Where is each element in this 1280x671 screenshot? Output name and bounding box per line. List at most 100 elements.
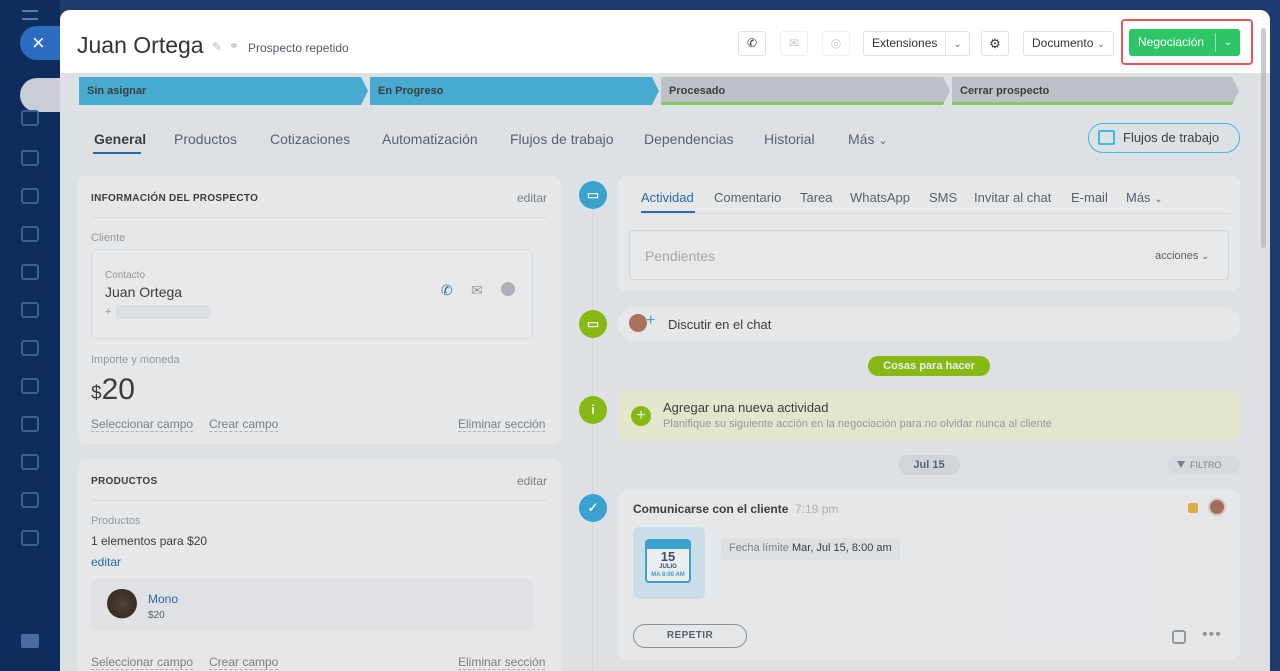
documents-icon[interactable] xyxy=(21,454,39,470)
stage-sin-asignar[interactable]: Sin asignar xyxy=(79,77,368,105)
products-edit-link[interactable]: editar xyxy=(91,555,121,569)
chat-icon[interactable] xyxy=(501,282,515,296)
robot-icon[interactable] xyxy=(21,188,39,204)
actions-dropdown[interactable]: acciones ⌄ xyxy=(1155,250,1209,262)
tab-historial[interactable]: Historial xyxy=(764,131,815,147)
edit-title-icon[interactable]: ✎ xyxy=(212,40,222,54)
contact-phone[interactable]: + xyxy=(105,306,111,318)
check-dot-icon: ✓ xyxy=(579,494,607,522)
filter-icon[interactable] xyxy=(21,150,39,166)
tab-email[interactable]: E-mail xyxy=(1071,190,1108,205)
workflow-icon xyxy=(1098,130,1115,145)
contact-box[interactable]: Contacto Juan Ortega + ✆ ✉ xyxy=(91,249,533,339)
cart-icon[interactable] xyxy=(21,264,39,280)
repeat-button[interactable]: REPETIR xyxy=(633,624,747,648)
products-card: PRODUCTOS editar Productos 1 elementos p… xyxy=(78,459,561,671)
avatar[interactable] xyxy=(1208,498,1226,516)
edit-link[interactable]: editar xyxy=(517,474,547,488)
tab-mas-label: Más xyxy=(1126,190,1151,205)
new-activity-card[interactable]: + Agregar una nueva actividad Planifique… xyxy=(618,390,1240,440)
stage-bar: Sin asignar En Progreso Procesado Cerrar… xyxy=(79,77,1239,105)
chevron-down-icon: ⌄ xyxy=(1201,251,1209,261)
calendar-icon: 15 JULIO MA 8:00 AM xyxy=(645,539,691,583)
stage-procesado[interactable]: Procesado xyxy=(661,77,950,105)
more-icon[interactable] xyxy=(21,530,39,546)
tab-cotizaciones[interactable]: Cotizaciones xyxy=(270,131,350,147)
copy-link-icon[interactable]: ⚭ xyxy=(229,39,239,53)
tasks-icon[interactable] xyxy=(21,110,39,126)
tab-automatizacion[interactable]: Automatización xyxy=(382,131,478,147)
discuss-chat-item[interactable]: + Discutir en el chat xyxy=(618,307,1240,341)
select-field-link[interactable]: Seleccionar campo xyxy=(91,655,194,670)
pending-input[interactable]: Pendientes acciones ⌄ xyxy=(629,230,1229,280)
contact-name[interactable]: Juan Ortega xyxy=(105,284,182,300)
stage-cerrar-prospecto[interactable]: Cerrar prospecto xyxy=(952,77,1239,105)
sidebar-active-item[interactable] xyxy=(20,78,60,112)
email-button[interactable]: ✉ xyxy=(780,31,808,56)
panel-header: Juan Ortega ✎ ⚭ Prospecto repetido ✆ ✉ ◎… xyxy=(60,10,1270,73)
filter-button[interactable]: FILTRO xyxy=(1168,456,1240,474)
tab-mas-actividad[interactable]: Más ⌄ xyxy=(1126,190,1163,205)
calendar-icon[interactable] xyxy=(21,340,39,356)
tab-tarea[interactable]: Tarea xyxy=(800,190,833,205)
settings-button[interactable]: ⚙ xyxy=(981,31,1009,56)
tab-mas[interactable]: Más ⌄ xyxy=(848,131,888,147)
tab-invitar-chat[interactable]: Invitar al chat xyxy=(974,190,1051,205)
settings-icon[interactable] xyxy=(21,416,39,432)
extensions-label: Extensiones xyxy=(872,36,938,50)
more-dots-icon[interactable]: ••• xyxy=(1202,626,1222,644)
analytics-icon[interactable] xyxy=(21,226,39,242)
chat-icon: ◎ xyxy=(830,36,842,50)
tab-dependencias[interactable]: Dependencias xyxy=(644,131,734,147)
store-icon[interactable] xyxy=(21,378,39,394)
deadline-field[interactable]: Fecha límite Mar, Jul 15, 8:00 am xyxy=(721,538,900,560)
stage-label: En Progreso xyxy=(378,85,444,97)
print-icon[interactable] xyxy=(21,634,39,648)
tab-sms[interactable]: SMS xyxy=(929,190,957,205)
actions-label: acciones xyxy=(1154,250,1199,262)
tab-comentario[interactable]: Comentario xyxy=(714,190,781,205)
signature-icon[interactable] xyxy=(21,492,39,508)
create-field-link[interactable]: Crear campo xyxy=(209,655,279,670)
product-item[interactable]: Mono $20 xyxy=(91,579,533,631)
tab-actividad[interactable]: Actividad xyxy=(641,190,694,205)
page-title: Juan Ortega xyxy=(77,32,204,58)
chat-dot-icon: ▭ xyxy=(579,310,607,338)
envelope-icon[interactable]: ✉ xyxy=(471,282,486,298)
chevron-down-icon[interactable]: ⌄ xyxy=(945,33,968,56)
phone-icon[interactable]: ✆ xyxy=(441,282,456,298)
chat-button[interactable]: ◎ xyxy=(822,31,850,56)
menu-icon[interactable] xyxy=(22,10,38,20)
amount-number: 20 xyxy=(101,373,135,406)
document-button[interactable]: Documento ⌄ xyxy=(1023,31,1115,56)
tab-whatsapp[interactable]: WhatsApp xyxy=(850,190,910,205)
edit-link[interactable]: editar xyxy=(517,191,547,205)
tab-flujos[interactable]: Flujos de trabajo xyxy=(510,131,614,147)
stage-en-progreso[interactable]: En Progreso xyxy=(370,77,659,105)
new-activity-subtitle: Planifique su siguiente acción en la neg… xyxy=(663,418,1052,430)
product-image xyxy=(105,589,139,621)
plus-icon: + xyxy=(646,312,656,329)
delete-section-link[interactable]: Eliminar sección xyxy=(458,417,546,432)
select-field-link[interactable]: Seleccionar campo xyxy=(91,417,194,432)
date-pill: Jul 15 xyxy=(898,455,960,475)
tab-productos[interactable]: Productos xyxy=(174,131,237,147)
extensions-button[interactable]: Extensiones ⌄ xyxy=(863,31,970,56)
create-field-link[interactable]: Crear campo xyxy=(209,417,279,432)
phone-icon: ✆ xyxy=(746,36,758,50)
product-name[interactable]: Mono xyxy=(148,592,178,606)
delete-section-link[interactable]: Eliminar sección xyxy=(458,655,546,670)
card-icon[interactable] xyxy=(21,302,39,318)
envelope-icon: ✉ xyxy=(788,36,800,50)
activity-composer: Actividad Comentario Tarea WhatsApp SMS … xyxy=(618,176,1240,291)
workflows-button[interactable]: Flujos de trabajo xyxy=(1088,123,1240,153)
task-title[interactable]: Comunicarse con el cliente xyxy=(633,502,788,516)
note-icon[interactable] xyxy=(1172,630,1186,644)
call-button[interactable]: ✆ xyxy=(738,31,766,56)
task-time: 7:19 pm xyxy=(795,502,839,516)
avatar xyxy=(629,314,647,332)
left-sidebar: × xyxy=(0,0,66,671)
scrollbar[interactable] xyxy=(1261,28,1266,248)
timeline-line xyxy=(592,210,593,671)
tab-general[interactable]: General xyxy=(94,131,146,147)
